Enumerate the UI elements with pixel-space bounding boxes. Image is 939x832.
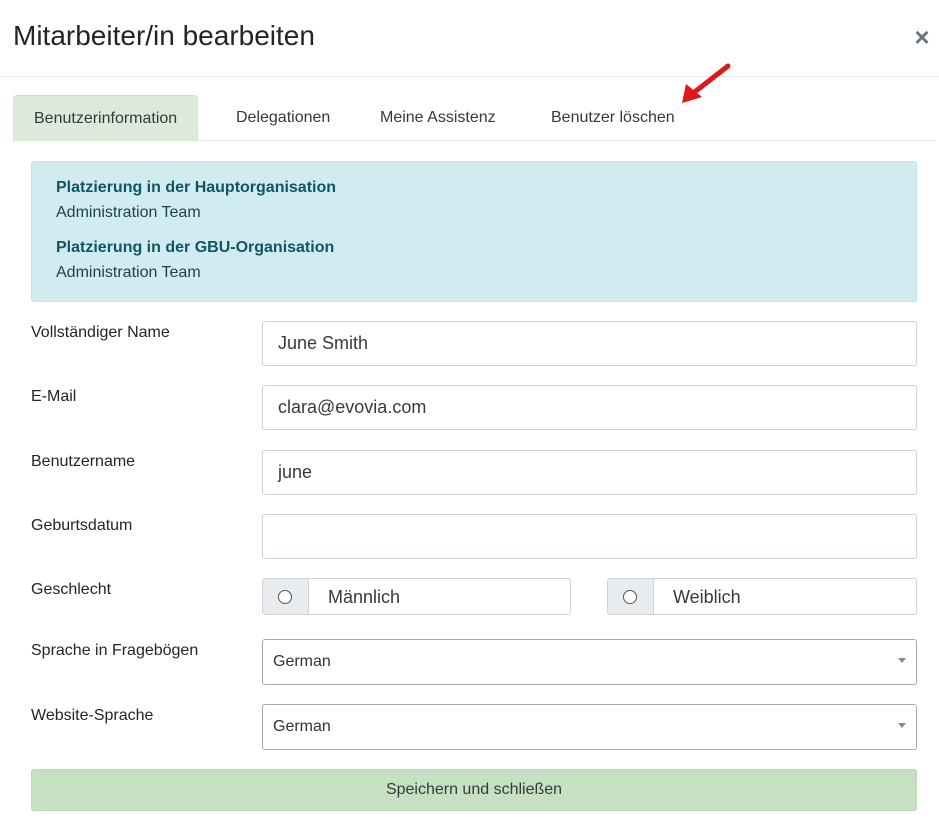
close-icon[interactable]: × [911,24,933,50]
birthdate-input[interactable] [262,514,917,559]
gender-male-radio[interactable] [278,590,292,604]
full-name-input[interactable]: June Smith [262,321,917,366]
gender-female-label: Weiblich [673,587,741,607]
radio-addon [608,579,654,614]
placement-info-box: Platzierung in der Hauptorganisation Adm… [31,161,917,302]
website-language-label: Website-Sprache [31,707,154,724]
modal-title: Mitarbeiter/in bearbeiten [13,20,315,51]
chevron-down-icon [898,723,906,728]
full-name-label: Vollständiger Name [31,324,170,341]
tab-benutzerinformation[interactable]: Benutzerinformation [13,95,199,141]
save-and-close-button[interactable]: Speichern und schließen [31,769,917,811]
gender-male-label: Männlich [328,587,401,607]
questionnaire-language-value: German [273,653,331,670]
questionnaire-language-select[interactable]: German [262,639,917,685]
annotation-arrow-icon [682,63,731,103]
gbu-org-value: Administration Team [56,264,201,281]
website-language-value: German [273,718,331,735]
tab-benutzer-loeschen[interactable]: Benutzer löschen [531,95,695,141]
tab-bar: Benutzerinformation Delegationen Meine A… [13,95,935,141]
modal-header: Mitarbeiter/in bearbeiten × [0,0,939,77]
username-input[interactable]: june [262,450,917,495]
gender-female-option[interactable]: Weiblich [607,578,917,615]
gbu-org-heading: Platzierung in der GBU-Organisation [56,239,335,256]
gender-label: Geschlecht [31,581,112,598]
chevron-down-icon [898,658,906,663]
website-language-select[interactable]: German [262,704,917,750]
email-input[interactable]: clara@evovia.com [262,385,917,430]
birthdate-label: Geburtsdatum [31,517,133,534]
main-org-heading: Platzierung in der Hauptorganisation [56,179,337,196]
radio-addon [263,579,309,614]
questionnaire-language-label: Sprache in Fragebögen [31,642,199,659]
gender-female-radio[interactable] [623,590,637,604]
tab-delegationen[interactable]: Delegationen [216,95,350,141]
username-label: Benutzername [31,453,136,470]
gender-male-option[interactable]: Männlich [262,578,571,615]
main-org-value: Administration Team [56,204,201,221]
tab-meine-assistenz[interactable]: Meine Assistenz [360,95,516,141]
email-label: E-Mail [31,388,77,405]
